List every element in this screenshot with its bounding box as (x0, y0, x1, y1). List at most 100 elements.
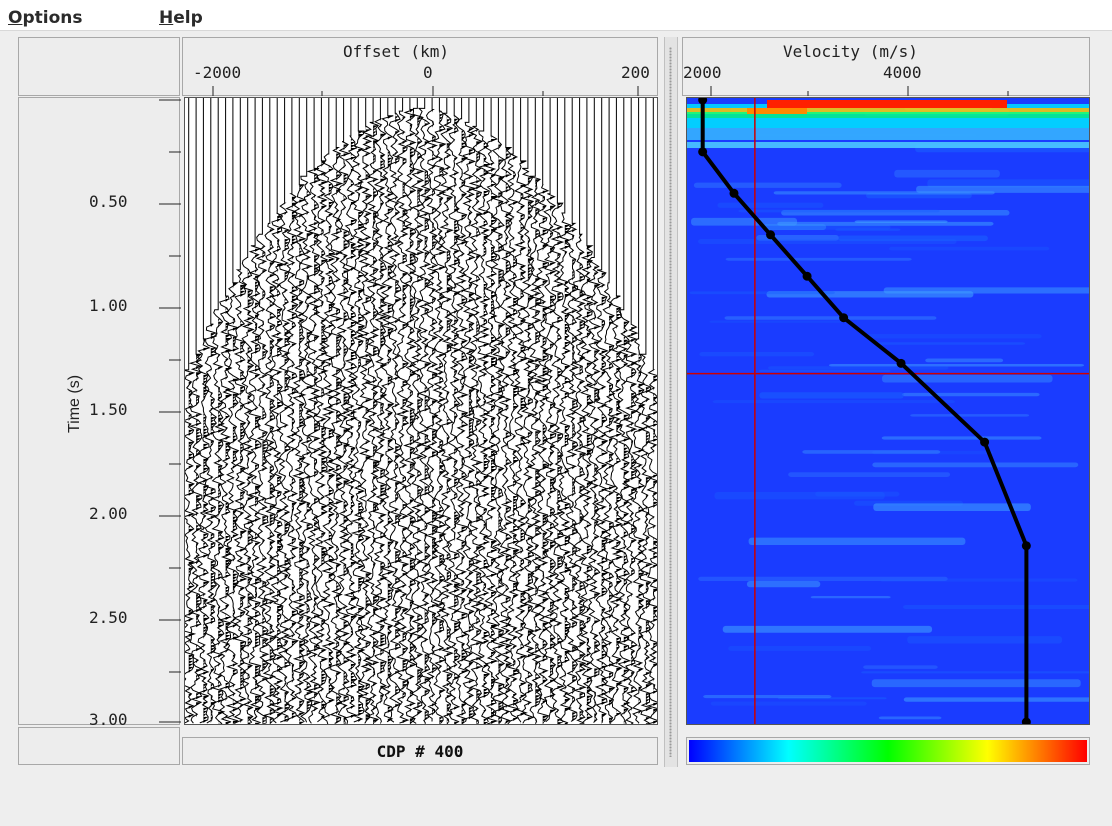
semblance-streak (882, 374, 1053, 383)
velocity-colorbar (689, 740, 1087, 762)
semblance-streak (717, 202, 824, 208)
semblance-streak (894, 169, 1000, 178)
offset-tick-label: 200 (621, 63, 650, 82)
semblance-streak (759, 392, 904, 399)
cdp-number-label: CDP # 400 (376, 741, 464, 761)
velocity-pick-point[interactable] (839, 313, 849, 323)
seismic-trace (350, 98, 366, 723)
semblance-streak (714, 492, 885, 500)
offset-tick-label: 0 (423, 63, 433, 82)
semblance-streak (907, 636, 1063, 644)
menu-options[interactable]: Options (8, 8, 82, 28)
seismic-trace (365, 98, 381, 723)
velocity-pick-point[interactable] (980, 437, 990, 447)
velocity-pick-point[interactable] (698, 147, 708, 157)
semblance-streak (863, 665, 938, 669)
semblance-streak (889, 246, 1050, 251)
semblance-streak (691, 217, 798, 226)
trace-fill (505, 147, 512, 724)
semblance-streak (768, 366, 949, 370)
semblance-streak (872, 462, 1079, 468)
semblance-streak (748, 537, 966, 545)
time-tick-label: 0.50 (89, 192, 128, 211)
semblance-streak (802, 450, 941, 454)
seismic-trace (306, 98, 322, 724)
semblance-streak (871, 679, 1081, 688)
semblance-streak (875, 342, 1026, 345)
time-axis-panel: 0.50 1.00 1.50 2.00 2.50 3.00 (18, 97, 181, 729)
trace-fill (350, 139, 357, 718)
seismic-trace (550, 98, 565, 723)
semblance-streak (873, 503, 1031, 511)
semblance-streak (709, 320, 842, 323)
trace-fill (232, 282, 239, 724)
seismic-trace (387, 98, 403, 723)
semblance-high-peak (747, 108, 807, 114)
seismic-trace (321, 98, 337, 724)
time-tick-label: 1.00 (89, 296, 128, 315)
seismic-trace (232, 98, 248, 724)
semblance-streak (810, 596, 891, 599)
trace-fill (520, 160, 527, 724)
semblance-shallow-band (687, 118, 1089, 128)
semblance-streak (880, 578, 1078, 582)
semblance-streak (788, 472, 951, 477)
seismic-trace (454, 98, 470, 722)
semblance-streak (746, 581, 821, 588)
seismic-trace (255, 98, 270, 724)
velocity-pick-point[interactable] (1021, 541, 1031, 551)
semblance-streak (738, 209, 940, 213)
cdp-label-panel: CDP # 400 (182, 737, 658, 765)
menu-bar: Options Help (0, 0, 1112, 31)
semblance-streak (703, 694, 832, 699)
velocity-pick-point[interactable] (729, 188, 739, 198)
trace-fill (196, 354, 202, 718)
semblance-streak (883, 287, 1089, 294)
velocity-pick-point[interactable] (896, 358, 906, 368)
velocity-pick-point[interactable] (766, 230, 776, 240)
menu-options-mnemonic: O (8, 8, 23, 28)
colorbar-panel (686, 737, 1090, 765)
trace-fill (557, 203, 564, 724)
panel-splitter[interactable] (664, 37, 678, 767)
seismic-trace (225, 98, 240, 724)
seismic-trace (645, 98, 657, 724)
velocity-tick-label: 2000 (683, 63, 722, 82)
seismic-trace (185, 98, 197, 724)
semblance-streak (838, 235, 988, 242)
semblance-shallow-band (687, 142, 1089, 148)
semblance-streak (925, 358, 1004, 363)
velocity-pick-point[interactable] (802, 271, 812, 281)
velocity-axis-title: Velocity (m/s) (783, 42, 918, 61)
semblance-streak (916, 185, 1089, 193)
seismic-trace (203, 98, 219, 724)
trace-fill (653, 369, 657, 724)
seismic-trace (579, 98, 594, 724)
semblance-streak (724, 316, 937, 320)
semblance-streak (699, 351, 815, 357)
semblance-streak (728, 645, 872, 651)
semblance-image (687, 98, 1089, 724)
velocity-semblance-plot[interactable] (686, 97, 1090, 725)
menu-help[interactable]: Help (159, 8, 203, 28)
semblance-streak (828, 363, 1085, 367)
semblance-streak (881, 436, 1042, 440)
semblance-streak (903, 604, 1089, 610)
seismic-trace (336, 98, 351, 724)
menu-help-label: elp (173, 8, 203, 28)
seismic-traces (185, 98, 657, 724)
trace-fill (424, 120, 431, 724)
bottom-corner-panel (18, 727, 180, 765)
semblance-streak (712, 400, 955, 404)
time-axis-label: Time (s) (66, 374, 84, 434)
menu-help-mnemonic: H (159, 8, 174, 28)
semblance-streak (777, 221, 994, 226)
trace-fill (476, 129, 483, 724)
cdp-gather-plot[interactable] (184, 97, 658, 725)
semblance-streak (878, 716, 942, 720)
semblance-shallow-band (687, 128, 1089, 140)
velocity-axis-header: Velocity (m/s) 2000 4000 (682, 37, 1090, 96)
seismic-trace (587, 98, 602, 723)
seismic-trace (572, 98, 587, 724)
semblance-streak (864, 334, 1042, 339)
